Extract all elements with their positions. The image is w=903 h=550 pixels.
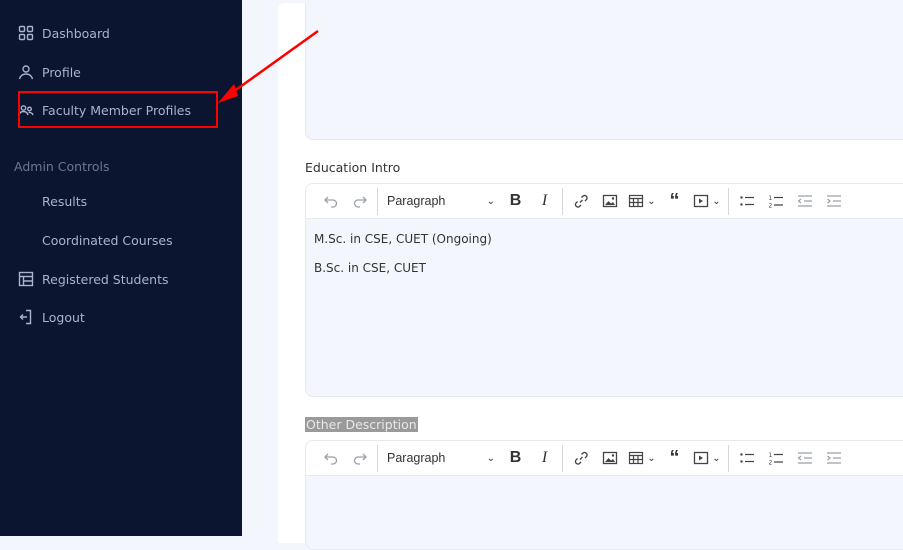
bold-icon[interactable]: B xyxy=(501,444,530,472)
toolbar-separator xyxy=(562,187,563,215)
block-format-dropdown[interactable]: Paragraph ⌄ xyxy=(381,187,501,215)
editor-toolbar: Paragraph ⌄ B I ⌄ “ ⌄ 12 xyxy=(306,441,903,476)
block-format-value: Paragraph xyxy=(387,451,446,465)
sidebar-item-results[interactable]: Results xyxy=(42,191,87,211)
undo-icon[interactable] xyxy=(316,187,345,215)
media-icon[interactable]: ⌄ xyxy=(689,187,725,215)
toolbar-separator xyxy=(728,444,729,472)
content-line: M.Sc. in CSE, CUET (Ongoing) xyxy=(314,232,492,246)
sidebar-item-registered-students[interactable]: Registered Students xyxy=(18,269,169,289)
grid-icon xyxy=(18,25,34,41)
italic-icon[interactable]: I xyxy=(530,444,559,472)
sidebar-item-label: Dashboard xyxy=(42,25,110,41)
annotation-highlight-box xyxy=(18,91,218,128)
user-icon xyxy=(18,64,34,80)
blockquote-icon[interactable]: “ xyxy=(660,444,689,472)
outdent-icon[interactable] xyxy=(790,444,819,472)
link-icon[interactable] xyxy=(566,187,595,215)
link-icon[interactable] xyxy=(566,444,595,472)
image-icon[interactable] xyxy=(595,187,624,215)
media-icon[interactable]: ⌄ xyxy=(689,444,725,472)
block-format-dropdown[interactable]: Paragraph ⌄ xyxy=(381,444,501,472)
education-intro-editor[interactable]: Paragraph ⌄ B I ⌄ “ ⌄ 12 M.Sc. in CSE, CU… xyxy=(305,183,903,397)
redo-icon[interactable] xyxy=(345,187,374,215)
toolbar-separator xyxy=(377,444,378,472)
chevron-down-icon: ⌄ xyxy=(486,195,495,207)
sidebar-item-label: Profile xyxy=(42,64,81,80)
toolbar-separator xyxy=(728,187,729,215)
svg-text:1: 1 xyxy=(768,452,772,459)
sidebar-item-label: Coordinated Courses xyxy=(42,232,173,248)
svg-text:1: 1 xyxy=(768,195,772,202)
sidebar-item-profile[interactable]: Profile xyxy=(18,62,81,82)
page-gutter xyxy=(242,0,278,536)
italic-icon[interactable]: I xyxy=(530,187,559,215)
chevron-down-icon: ⌄ xyxy=(647,452,656,464)
sidebar-item-logout[interactable]: Logout xyxy=(18,307,85,327)
table-icon[interactable]: ⌄ xyxy=(624,187,660,215)
image-icon[interactable] xyxy=(595,444,624,472)
numbered-list-icon[interactable]: 12 xyxy=(761,444,790,472)
education-intro-label: Education Intro xyxy=(305,160,401,175)
sidebar-item-dashboard[interactable]: Dashboard xyxy=(18,23,110,43)
chevron-down-icon: ⌄ xyxy=(486,452,495,464)
chevron-down-icon: ⌄ xyxy=(712,195,721,207)
previous-editor-content[interactable] xyxy=(305,3,903,140)
bulleted-list-icon[interactable] xyxy=(732,444,761,472)
block-format-value: Paragraph xyxy=(387,194,446,208)
other-description-editor[interactable]: Paragraph ⌄ B I ⌄ “ ⌄ 12 xyxy=(305,440,903,550)
indent-icon[interactable] xyxy=(819,444,848,472)
outdent-icon[interactable] xyxy=(790,187,819,215)
redo-icon[interactable] xyxy=(345,444,374,472)
content-line: B.Sc. in CSE, CUET xyxy=(314,261,426,275)
sidebar-item-label: Logout xyxy=(42,309,85,325)
table-icon xyxy=(18,271,34,287)
editor-content-area[interactable] xyxy=(306,476,903,502)
toolbar-separator xyxy=(377,187,378,215)
numbered-list-icon[interactable]: 12 xyxy=(761,187,790,215)
svg-text:2: 2 xyxy=(768,460,772,467)
undo-icon[interactable] xyxy=(316,444,345,472)
svg-text:2: 2 xyxy=(768,203,772,210)
sidebar-item-coordinated-courses[interactable]: Coordinated Courses xyxy=(42,230,173,250)
editor-toolbar: Paragraph ⌄ B I ⌄ “ ⌄ 12 xyxy=(306,184,903,219)
chevron-down-icon: ⌄ xyxy=(712,452,721,464)
sidebar-item-label: Results xyxy=(42,193,88,209)
logout-icon xyxy=(18,309,34,325)
chevron-down-icon: ⌄ xyxy=(647,195,656,207)
table-icon[interactable]: ⌄ xyxy=(624,444,660,472)
bulleted-list-icon[interactable] xyxy=(732,187,761,215)
sidebar-item-label: Registered Students xyxy=(42,271,169,287)
admin-controls-heading: Admin Controls xyxy=(14,159,110,174)
sidebar: Dashboard Profile Faculty Member Profile… xyxy=(0,0,242,536)
editor-content-area[interactable]: M.Sc. in CSE, CUET (Ongoing) B.Sc. in CS… xyxy=(306,219,903,303)
indent-icon[interactable] xyxy=(819,187,848,215)
blockquote-icon[interactable]: “ xyxy=(660,187,689,215)
other-description-label: Other Description xyxy=(305,417,418,432)
bold-icon[interactable]: B xyxy=(501,187,530,215)
toolbar-separator xyxy=(562,444,563,472)
